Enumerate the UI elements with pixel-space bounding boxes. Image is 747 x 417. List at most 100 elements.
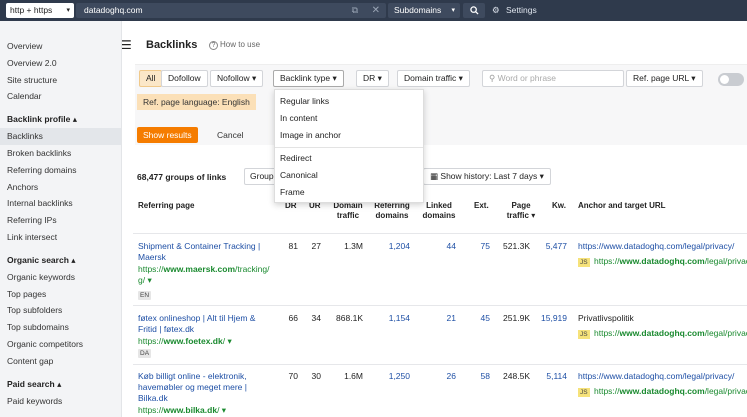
referring-page-title[interactable]: Køb billigt online - elektronik, havemøb…	[138, 371, 273, 404]
col-ext[interactable]: Ext.	[474, 201, 489, 211]
cell-kw[interactable]: 15,919	[538, 313, 567, 323]
sidebar-item-backlinks[interactable]: Backlinks	[0, 128, 121, 145]
cell-ref-domains[interactable]: 1,154	[380, 313, 410, 323]
referring-page-url[interactable]: https://www.maersk.com/tracking/	[138, 264, 275, 275]
sidebar-item-anchors[interactable]: Anchors	[0, 179, 121, 196]
dropdown-item-frame[interactable]: Frame	[280, 187, 305, 197]
sidebar-section-backlink-profile[interactable]: Backlink profile ▴	[0, 111, 121, 128]
protocol-select[interactable]: http + https ▾	[6, 3, 74, 18]
col-linked-domains[interactable]: Linked domains	[419, 201, 459, 221]
dropdown-item-regular-links[interactable]: Regular links	[280, 96, 329, 106]
cell-linked-domains[interactable]: 44	[440, 241, 456, 251]
target-prefix: https://	[594, 328, 620, 338]
dropdown-item-image-in-anchor[interactable]: Image in anchor	[280, 130, 341, 140]
filter-backlink-type[interactable]: Backlink type ▾	[273, 70, 344, 87]
settings-link[interactable]: ⚙ Settings	[492, 3, 537, 18]
col-anchor[interactable]: Anchor and target URL	[578, 201, 666, 211]
sidebar-item-organic-keywords[interactable]: Organic keywords	[0, 269, 121, 286]
protocol-label: http + https	[10, 5, 53, 15]
mode-select[interactable]: Subdomains ▾	[388, 3, 460, 18]
chevron-down-icon: ▾	[251, 73, 257, 83]
sidebar-item-overview[interactable]: Overview	[0, 38, 121, 55]
cell-ref-domains[interactable]: 1,250	[380, 371, 410, 381]
filter-panel: All Dofollow Nofollow ▾ Backlink type ▾ …	[135, 64, 747, 145]
sidebar-item-referring-domains[interactable]: Referring domains	[0, 162, 121, 179]
sidebar-section-paid-search[interactable]: Paid search ▴	[0, 376, 121, 393]
col-referring-page[interactable]: Referring page	[138, 201, 194, 211]
sidebar-item-site-structure[interactable]: Site structure	[0, 72, 121, 89]
filter-dofollow[interactable]: Dofollow	[161, 70, 208, 87]
sort-desc-icon: ▾	[531, 211, 536, 220]
referring-page-url[interactable]: https://www.foetex.dk/ ▾	[138, 336, 275, 347]
filter-all[interactable]: All	[139, 70, 163, 87]
cell-ext[interactable]: 45	[475, 313, 490, 323]
ref-page-language-chip[interactable]: Ref. page language: English	[137, 94, 256, 110]
cell-ext[interactable]: 58	[475, 371, 490, 381]
anchor-text[interactable]: https://www.datadoghq.com/legal/privacy/	[578, 241, 734, 251]
cell-kw[interactable]: 5,114	[540, 371, 567, 381]
js-tag: JS	[578, 388, 590, 397]
external-link-icon[interactable]: ⧉	[352, 3, 358, 18]
dropdown-item-in-content[interactable]: In content	[280, 113, 317, 123]
show-history-button[interactable]: ▦ Show history: Last 7 days ▾	[423, 168, 551, 185]
referring-page-title[interactable]: føtex onlineshop | Alt til Hjem & Fritid…	[138, 313, 273, 335]
sidebar-item-broken-backlinks[interactable]: Broken backlinks	[0, 145, 121, 162]
col-page-traffic[interactable]: Page traffic ▾	[503, 201, 539, 221]
filter-nofollow[interactable]: Nofollow ▾	[210, 70, 264, 87]
clear-icon[interactable]: ✕	[372, 3, 380, 18]
filter-ref-page-url[interactable]: Ref. page URL ▾	[626, 70, 703, 87]
show-results-button[interactable]: Show results	[137, 127, 198, 143]
page-traffic-label: Page traffic	[506, 201, 531, 220]
sidebar-item-referring-ips[interactable]: Referring IPs	[0, 212, 121, 229]
menu-icon[interactable]: ☰	[121, 38, 132, 52]
settings-label: Settings	[506, 5, 537, 15]
sidebar-item-top-subfolders[interactable]: Top subfolders	[0, 302, 121, 319]
sidebar-item-overview-2[interactable]: Overview 2.0	[0, 55, 121, 72]
sidebar-item-calendar[interactable]: Calendar	[0, 88, 121, 105]
sidebar-item-paid-keywords[interactable]: Paid keywords	[0, 393, 121, 410]
referring-page-url[interactable]: https://www.bilka.dk/ ▾	[138, 405, 275, 416]
caret-up-icon: ▴	[72, 114, 77, 125]
cell-ref-domains[interactable]: 1,204	[380, 241, 410, 251]
word-search-input[interactable]: ⚲ Word or phrase	[482, 70, 624, 87]
filter-domain-traffic[interactable]: Domain traffic ▾	[397, 70, 470, 87]
cell-page-traffic: 248.5K	[503, 371, 530, 381]
col-kw[interactable]: Kw.	[552, 201, 566, 211]
url-wrap: g/ ▾	[138, 275, 152, 285]
help-icon: ?	[209, 41, 218, 50]
cell-ext[interactable]: 75	[475, 241, 490, 251]
dropdown-item-redirect[interactable]: Redirect	[280, 153, 312, 163]
filter-dr[interactable]: DR ▾	[356, 70, 389, 87]
search-button[interactable]	[463, 3, 485, 18]
filter-toggle[interactable]	[718, 73, 744, 86]
cell-kw[interactable]: 5,477	[540, 241, 567, 251]
backlink-type-dropdown: Regular links In content Image in anchor…	[274, 89, 424, 203]
referring-page-title[interactable]: Shipment & Container Tracking | Maersk	[138, 241, 273, 263]
url-input[interactable]: datadoghq.com ⧉ ✕	[76, 3, 386, 18]
target-url[interactable]: https://www.datadoghq.com/legal/privacy/	[594, 386, 747, 396]
sidebar-section-organic-search[interactable]: Organic search ▴	[0, 252, 121, 269]
target-path: /legal/privacy/	[704, 256, 747, 266]
top-bar: http + https ▾ datadoghq.com ⧉ ✕ Subdoma…	[0, 0, 747, 21]
cell-linked-domains[interactable]: 26	[440, 371, 456, 381]
language-tag: EN	[138, 291, 152, 300]
cell-linked-domains[interactable]: 21	[440, 313, 456, 323]
section-label: Organic search	[7, 254, 69, 265]
url-domain: www.maersk.com	[163, 264, 236, 274]
how-to-use-link[interactable]: ? How to use	[209, 40, 260, 50]
sidebar-item-top-pages[interactable]: Top pages	[0, 286, 121, 303]
sidebar-item-organic-competitors[interactable]: Organic competitors	[0, 336, 121, 353]
target-url[interactable]: https://www.datadoghq.com/legal/privacy/	[594, 328, 747, 338]
sidebar-item-content-gap[interactable]: Content gap	[0, 353, 121, 370]
cell-domain-traffic: 868.1K	[336, 313, 363, 323]
sidebar-item-top-subdomains[interactable]: Top subdomains	[0, 319, 121, 336]
col-referring-domains[interactable]: Referring domains	[370, 201, 414, 221]
nofollow-label: Nofollow	[217, 73, 250, 83]
cancel-button[interactable]: Cancel	[217, 127, 243, 143]
sidebar-item-internal-backlinks[interactable]: Internal backlinks	[0, 195, 121, 212]
dropdown-item-canonical[interactable]: Canonical	[280, 170, 318, 180]
col-domain-traffic[interactable]: Domain traffic	[330, 201, 366, 221]
anchor-text[interactable]: https://www.datadoghq.com/legal/privacy/	[578, 371, 734, 381]
sidebar-item-link-intersect[interactable]: Link intersect	[0, 229, 121, 246]
target-url[interactable]: https://www.datadoghq.com/legal/privacy/	[594, 256, 747, 266]
